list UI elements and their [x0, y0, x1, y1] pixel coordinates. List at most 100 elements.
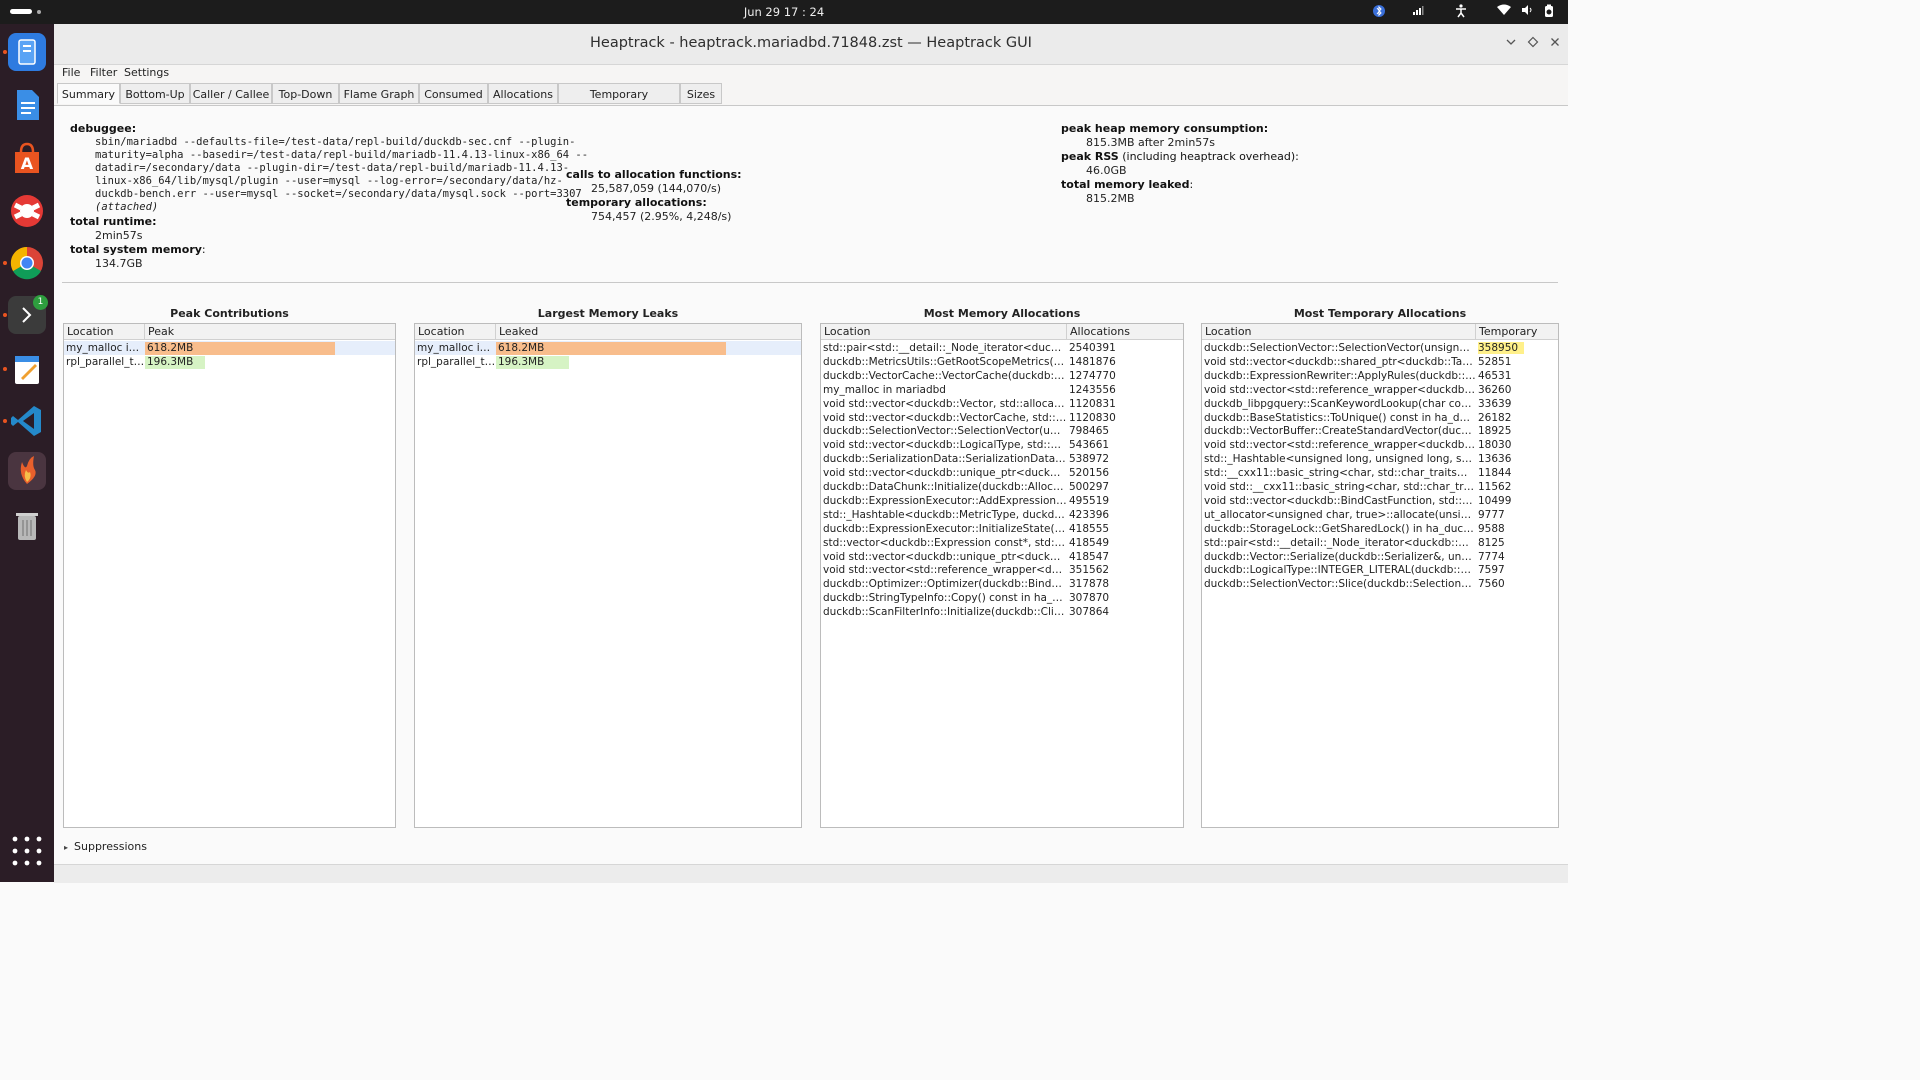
table-row[interactable]: duckdb::Optimizer::Optimizer(duckdb::Bin…: [821, 577, 1183, 591]
tab-consumed[interactable]: Consumed: [419, 83, 488, 104]
volume-icon[interactable]: [1519, 4, 1535, 20]
peak-rss-value: 46.0GB: [1086, 164, 1127, 177]
table-row[interactable]: duckdb::StringTypeInfo::Copy() const in …: [821, 591, 1183, 605]
system-top-bar: Jun 29 17 : 24: [0, 0, 1568, 24]
column-header-leaked[interactable]: Leaked: [496, 324, 801, 340]
tab-flame-graph[interactable]: Flame Graph: [339, 83, 419, 104]
close-icon[interactable]: [1548, 36, 1562, 50]
clock[interactable]: Jun 29 17 : 24: [0, 5, 1568, 19]
menu-file[interactable]: File: [62, 66, 80, 79]
tab-sizes[interactable]: Sizes: [680, 83, 722, 104]
table-row[interactable]: duckdb_libpgquery::ScanKeywordLookup(cha…: [1202, 397, 1558, 411]
tab-caller-callee[interactable]: Caller / Callee: [190, 83, 272, 104]
table-row[interactable]: void std::vector<duckdb::VectorCache, st…: [821, 411, 1183, 425]
table-row[interactable]: duckdb::SelectionVector::Slice(duckdb::S…: [1202, 577, 1558, 591]
table-row[interactable]: void std::vector<duckdb::LogicalType, st…: [821, 438, 1183, 452]
table-row[interactable]: void std::vector<duckdb::unique_ptr<duck…: [821, 550, 1183, 564]
tab-bottom-up[interactable]: Bottom-Up: [120, 83, 190, 104]
tab-top-down[interactable]: Top-Down: [272, 83, 339, 104]
table-row[interactable]: my_malloc in ... 618.2MB: [415, 341, 801, 355]
column-header-allocations[interactable]: Allocations: [1067, 324, 1183, 340]
table-row[interactable]: std::_Hashtable<duckdb::MetricType, duck…: [821, 508, 1183, 522]
tab-temporary-allocations[interactable]: Temporary Allocations: [558, 83, 680, 122]
table-row[interactable]: ut_allocator<unsigned char, true>::alloc…: [1202, 508, 1558, 522]
value-cell: 18030: [1478, 439, 1512, 452]
table-row[interactable]: duckdb::ExpressionExecutor::AddExpressio…: [821, 494, 1183, 508]
battery-icon[interactable]: [1541, 4, 1557, 20]
table-row[interactable]: duckdb::BaseStatistics::ToUnique() const…: [1202, 411, 1558, 425]
suppressions-label[interactable]: Suppressions: [74, 840, 147, 853]
table-row[interactable]: duckdb::SelectionVector::SelectionVector…: [1202, 341, 1558, 355]
accessibility-icon[interactable]: [1453, 4, 1469, 20]
tab-allocations[interactable]: Allocations: [488, 83, 558, 104]
app-grid-icon[interactable]: [8, 832, 46, 870]
column-header-location[interactable]: Location: [821, 324, 1067, 340]
table-row[interactable]: duckdb::LogicalType::INTEGER_LITERAL(duc…: [1202, 563, 1558, 577]
menu-filter[interactable]: Filter: [90, 66, 117, 79]
table-row[interactable]: void std::vector<std::reference_wrapper<…: [1202, 383, 1558, 397]
running-indicator: [3, 419, 7, 423]
chrome-icon[interactable]: [8, 244, 46, 282]
heaptrack-icon[interactable]: [8, 452, 46, 490]
table-row[interactable]: duckdb::DataChunk::Initialize(duckdb::Al…: [821, 480, 1183, 494]
most-temporary-table[interactable]: Location Temporary duckdb::SelectionVect…: [1201, 323, 1559, 828]
table-row[interactable]: rpl_parallel_thr... 196.3MB: [415, 355, 801, 369]
app-center-icon[interactable]: A: [8, 139, 46, 177]
chevron-down-icon[interactable]: [1504, 36, 1518, 50]
table-row[interactable]: duckdb::ExpressionRewriter::ApplyRules(d…: [1202, 369, 1558, 383]
wifi-icon[interactable]: [1496, 4, 1512, 20]
text-editor-icon[interactable]: [8, 86, 46, 124]
table-row[interactable]: std::__cxx11::basic_string<char, std::ch…: [1202, 466, 1558, 480]
peak-heap-label: peak heap memory consumption:: [1061, 122, 1269, 135]
value-cell: 1120831: [1069, 397, 1116, 410]
table-row[interactable]: duckdb::ExpressionExecutor::InitializeSt…: [821, 522, 1183, 536]
notes-icon[interactable]: [8, 350, 46, 388]
title-bar[interactable]: Heaptrack - heaptrack.mariadbd.71848.zst…: [54, 24, 1568, 65]
menu-settings[interactable]: Settings: [124, 66, 169, 79]
largest-leaks-table[interactable]: Location Leaked my_malloc in ... 618.2MB r…: [414, 323, 802, 828]
table-row[interactable]: my_malloc in mariadbd 1243556: [821, 383, 1183, 397]
table-row[interactable]: duckdb::SelectionVector::SelectionVector…: [821, 424, 1183, 438]
table-row[interactable]: duckdb::VectorCache::VectorCache(duckdb:…: [821, 369, 1183, 383]
trash-icon[interactable]: [8, 506, 46, 544]
table-row[interactable]: duckdb::MetricsUtils::GetRootScopeMetric…: [821, 355, 1183, 369]
file-manager-icon[interactable]: [8, 33, 46, 71]
table-row[interactable]: rpl_parallel_thr... 196.3MB: [64, 355, 395, 369]
table-row[interactable]: void std::vector<duckdb::BindCastFunctio…: [1202, 494, 1558, 508]
table-row[interactable]: std::pair<std::__detail::_Node_iterator<…: [821, 341, 1183, 355]
table-row[interactable]: std::_Hashtable<unsigned long, unsigned …: [1202, 452, 1558, 466]
tab-summary[interactable]: Summary: [57, 83, 120, 104]
table-row[interactable]: duckdb::Vector::Serialize(duckdb::Serial…: [1202, 550, 1558, 564]
table-row[interactable]: void std::vector<duckdb::Vector, std::al…: [821, 397, 1183, 411]
table-row[interactable]: my_malloc in ... 618.2MB: [64, 341, 395, 355]
summary-page: debuggee: sbin/mariadbd --defaults-file=…: [54, 105, 1568, 864]
table-row[interactable]: void std::vector<duckdb::unique_ptr<duck…: [821, 466, 1183, 480]
help-icon[interactable]: [8, 192, 46, 230]
table-row[interactable]: void std::vector<duckdb::shared_ptr<duck…: [1202, 355, 1558, 369]
table-row[interactable]: void std::__cxx11::basic_string<char, st…: [1202, 480, 1558, 494]
bluetooth-icon[interactable]: [1371, 4, 1387, 20]
table-row[interactable]: void std::vector<std::reference_wrapper<…: [1202, 438, 1558, 452]
value-cell: 10499: [1478, 494, 1512, 507]
signal-icon[interactable]: [1410, 4, 1426, 20]
table-row[interactable]: duckdb::VectorBuffer::CreateStandardVect…: [1202, 424, 1558, 438]
column-header-temporary[interactable]: Temporary: [1476, 324, 1558, 340]
peak-contributions-table[interactable]: Location Peak my_malloc in ... 618.2MB rpl…: [63, 323, 396, 828]
column-header-location[interactable]: Location: [415, 324, 496, 340]
maximize-icon[interactable]: [1526, 36, 1540, 50]
table-row[interactable]: duckdb::ScanFilterInfo::Initialize(duckd…: [821, 605, 1183, 619]
suppressions-toggle[interactable]: ▸ Suppressions: [64, 840, 147, 853]
system-memory-label: total system memory:: [70, 243, 206, 256]
value-cell: 418547: [1069, 550, 1110, 563]
column-header-location[interactable]: Location: [1202, 324, 1476, 340]
chevron-right-icon[interactable]: ▸: [64, 843, 68, 852]
vscode-icon[interactable]: [8, 402, 46, 440]
column-header-peak[interactable]: Peak: [145, 324, 395, 340]
table-row[interactable]: void std::vector<std::reference_wrapper<…: [821, 563, 1183, 577]
column-header-location[interactable]: Location: [64, 324, 145, 340]
table-row[interactable]: std::pair<std::__detail::_Node_iterator<…: [1202, 536, 1558, 550]
table-row[interactable]: duckdb::StorageLock::GetSharedLock() in …: [1202, 522, 1558, 536]
most-allocations-table[interactable]: Location Allocations std::pair<std::__de…: [820, 323, 1184, 828]
table-row[interactable]: std::vector<duckdb::Expression const*, s…: [821, 536, 1183, 550]
table-row[interactable]: duckdb::SerializationData::Serialization…: [821, 452, 1183, 466]
